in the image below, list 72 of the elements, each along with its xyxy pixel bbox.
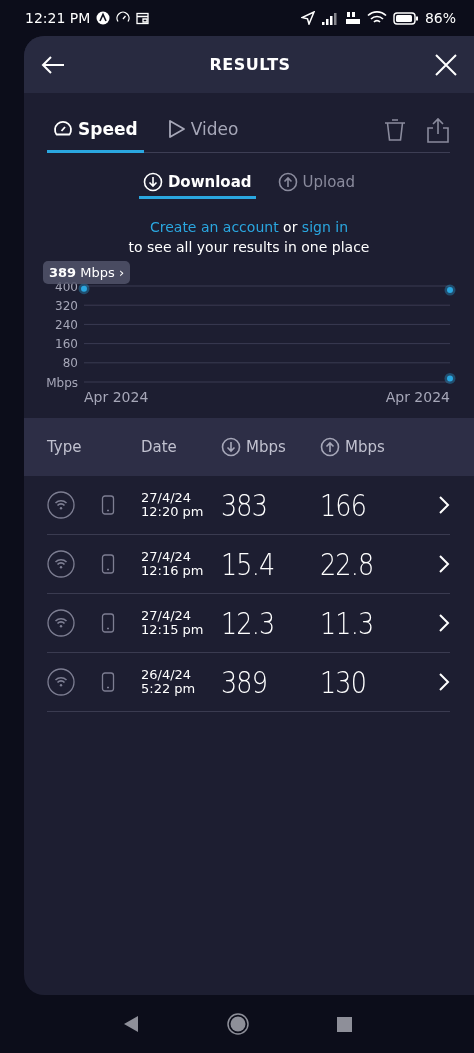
x-tick-label: Apr 2024 [84, 389, 149, 405]
column-header: Type [47, 438, 82, 456]
test-time: 12:16 pm [141, 564, 205, 578]
back-button[interactable] [41, 54, 65, 75]
location-arrow-icon [300, 11, 315, 25]
y-axis-label: Mbps [46, 375, 78, 390]
upload-icon [320, 437, 340, 457]
column-header: Mbps [345, 438, 385, 456]
test-time: 12:20 pm [141, 505, 205, 519]
download-icon [142, 171, 163, 192]
battery-percentage: 86% [424, 10, 456, 26]
test-date: 27/4/24 [141, 491, 193, 505]
upload-speed: 130 [320, 664, 367, 700]
download-icon [221, 437, 241, 457]
download-speed: 12.3 [221, 605, 275, 641]
battery-icon [392, 11, 419, 25]
upload-speed: 166 [320, 487, 367, 523]
tab[interactable]: Video [161, 107, 245, 153]
test-time: 12:15 pm [141, 623, 205, 637]
sign-in-link[interactable]: sign in [301, 219, 348, 235]
y-tick-label: 80 [62, 356, 78, 371]
test-date: 27/4/24 [141, 550, 193, 564]
prompt-text: to see all your results in one place [127, 238, 371, 257]
wifi-icon [47, 491, 75, 519]
y-tick-label: 160 [55, 337, 78, 352]
phone-icon [101, 495, 115, 515]
y-tick-label: 240 [55, 317, 78, 332]
clock-time: 12:21 PM [25, 10, 91, 26]
value-tooltip[interactable]: 389 Mbps › [43, 261, 131, 284]
data-point[interactable] [444, 372, 456, 384]
account-prompt: Create an account or sign in [148, 218, 349, 237]
download-speed: 383 [221, 487, 268, 523]
signal-icon [320, 11, 339, 25]
phone-icon [101, 554, 115, 574]
chevron-right-icon[interactable] [438, 672, 450, 692]
test-date: 26/4/24 [141, 668, 193, 682]
wifi-icon [47, 609, 75, 637]
data-point[interactable] [444, 284, 456, 296]
download-speed: 389 [221, 664, 268, 700]
chevron-right-icon[interactable] [438, 554, 450, 574]
y-tick-label: 320 [55, 298, 78, 313]
alert-icon [96, 11, 111, 25]
play-icon [167, 118, 186, 139]
download-speed: 15.4 [221, 546, 275, 582]
test-time: 5:22 pm [141, 682, 197, 696]
share-icon[interactable] [426, 116, 450, 143]
close-button[interactable] [435, 53, 457, 76]
upload-speed: 22.8 [320, 546, 374, 582]
direction-tab[interactable]: Download [138, 167, 256, 199]
column-header: Date [141, 438, 177, 456]
wifi-icon [366, 11, 387, 25]
wifi-icon [47, 668, 75, 696]
back-nav-icon[interactable] [122, 1015, 139, 1033]
upload-icon [277, 171, 298, 192]
create-account-link[interactable]: Create an account [149, 219, 279, 235]
upload-speed: 11.3 [320, 605, 374, 641]
direction-tab[interactable]: Upload [273, 167, 360, 199]
test-date: 27/4/24 [141, 609, 193, 623]
wifi-icon [47, 550, 75, 578]
phone-icon [101, 613, 115, 633]
home-nav-icon[interactable] [226, 1013, 249, 1035]
x-tick-label: Apr 2024 [385, 389, 450, 405]
tab[interactable]: Speed [47, 107, 144, 153]
screen-title: RESULTS [208, 55, 292, 74]
trash-icon[interactable] [384, 117, 406, 142]
chevron-right-icon[interactable] [438, 495, 450, 515]
column-header: Mbps [246, 438, 286, 456]
speedometer-icon [116, 11, 131, 25]
calendar-icon [136, 11, 150, 25]
phone-icon [101, 672, 115, 692]
recents-nav-icon[interactable] [336, 1016, 352, 1032]
chevron-right-icon[interactable] [438, 613, 450, 633]
